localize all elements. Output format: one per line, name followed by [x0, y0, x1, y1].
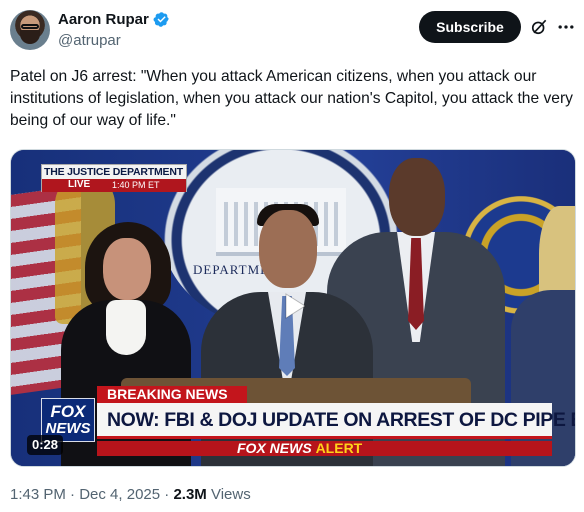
tweet-text: Patel on J6 arrest: "When you attack Ame…	[10, 68, 573, 129]
news-headline: NOW: FBI & DOJ UPDATE ON ARREST OF DC PI…	[97, 403, 575, 439]
meta-separator: ·	[70, 486, 76, 503]
author-display-name[interactable]: Aaron Rupar	[58, 11, 149, 28]
verified-badge-icon	[153, 11, 170, 28]
tweet-time[interactable]: 1:43 PM	[10, 486, 66, 503]
live-label: LIVE	[68, 179, 91, 190]
grok-icon[interactable]	[529, 17, 549, 37]
breaking-news-label: BREAKING NEWS	[97, 386, 247, 403]
views-count[interactable]: 2.3M	[173, 486, 206, 503]
live-time: 1:40 PM ET	[112, 180, 160, 190]
doj-seal-text: DEPARTME	[193, 262, 270, 277]
person-woman-collar	[106, 300, 146, 355]
tweet-header: Aaron Rupar @atrupar Subscribe	[0, 0, 584, 60]
live-bar: LIVE 1:40 PM ET	[42, 179, 186, 192]
source-label: THE JUSTICE DEPARTMENT	[44, 166, 183, 178]
tweet-date[interactable]: Dec 4, 2025	[79, 486, 160, 503]
alert-word: ALERT	[315, 440, 363, 456]
person-woman-head	[103, 238, 151, 300]
avatar-beard	[20, 30, 40, 44]
logo-line-1: FOX	[50, 402, 86, 421]
tweet-meta: 1:43 PM · Dec 4, 2025 · 2.3M Views	[10, 486, 251, 503]
avatar[interactable]	[10, 10, 50, 50]
person-speaker-head	[259, 210, 317, 288]
person-tall-man-head	[389, 158, 445, 236]
author-name-row: Aaron Rupar	[58, 11, 170, 28]
avatar-glasses	[21, 24, 39, 29]
alert-text: FOX NEWS ALERT	[237, 440, 362, 456]
views-label: Views	[210, 486, 251, 503]
live-source-badge: THE JUSTICE DEPARTMENT LIVE 1:40 PM ET	[41, 164, 187, 192]
subscribe-button[interactable]: Subscribe	[419, 11, 521, 43]
author-handle[interactable]: @atrupar	[58, 32, 121, 49]
video-duration: 0:28	[27, 435, 64, 455]
more-options-icon[interactable]	[556, 17, 576, 37]
news-lower-third: BREAKING NEWS NOW: FBI & DOJ UPDATE ON A…	[97, 386, 575, 456]
alert-brand: FOX NEWS	[237, 440, 312, 456]
play-icon[interactable]	[273, 286, 313, 326]
meta-separator-2: ·	[164, 486, 170, 503]
video-player[interactable]: DEPARTME THE JUSTICE DEPARTMENT LIVE 1:4…	[10, 149, 576, 467]
